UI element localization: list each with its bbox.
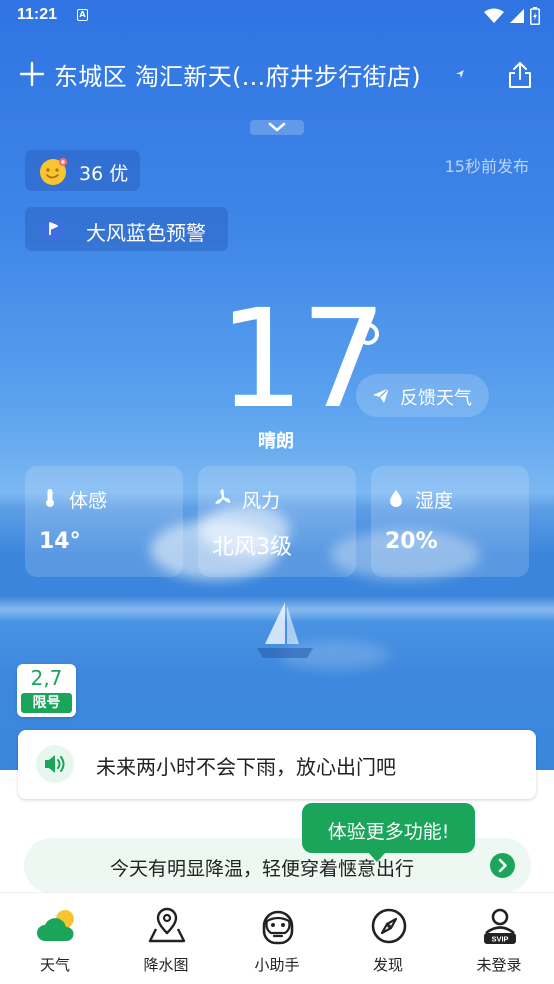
plate-limit-numbers: 2,7 — [30, 666, 63, 690]
plate-limit-label: 限号 — [21, 693, 72, 713]
tab-discover[interactable]: 发现 — [333, 893, 443, 984]
weather-warning-badge[interactable]: 大风蓝色预警 — [25, 207, 228, 251]
tip-text: 体验更多功能! — [327, 821, 450, 843]
water-drop-icon — [390, 490, 402, 507]
tab-label: 发现 — [372, 956, 403, 974]
speaker-glyph — [45, 755, 65, 773]
tab-precipitation-map[interactable]: 降水图 — [111, 893, 221, 984]
aqi-badge[interactable]: 36 优 — [25, 150, 140, 191]
location-arrow-icon — [456, 70, 464, 78]
location-title[interactable]: 东城区 淘汇新天(...府井步行街店) — [54, 57, 421, 92]
plus-icon[interactable] — [19, 61, 45, 87]
tab-assistant[interactable]: 小助手 — [222, 893, 332, 984]
feature-tip-bubble[interactable]: 体验更多功能! — [302, 803, 475, 862]
expand-handle[interactable] — [250, 120, 304, 135]
tab-label: 降水图 — [143, 956, 189, 974]
map-pin-icon — [148, 907, 186, 943]
fan-icon — [215, 489, 231, 504]
status-icons — [484, 7, 540, 25]
wind-card[interactable]: 风力 北风3级 — [198, 466, 356, 577]
weather-condition: 晴朗 — [258, 431, 294, 452]
card-value: 北风3级 — [212, 535, 292, 560]
degree-symbol — [357, 323, 379, 345]
battery-icon — [530, 7, 540, 25]
card-value: 20% — [385, 529, 438, 554]
tab-account[interactable]: SVIP 未登录 — [444, 893, 554, 984]
wind-flag-icon — [42, 218, 64, 240]
feedback-label: 反馈天气 — [400, 388, 472, 409]
user-svip-icon: SVIP — [484, 908, 516, 944]
bottom-tab-bar: 天气 降水图 小助手 发现 SVIP 未登录 — [0, 892, 554, 984]
rain-forecast-card[interactable]: 未来两小时不会下雨，放心出门吧 — [18, 730, 536, 799]
status-bar: 11:21 A — [0, 0, 554, 32]
tab-weather[interactable]: 天气 — [0, 893, 110, 984]
feedback-weather-button[interactable]: 反馈天气 — [356, 374, 489, 417]
tab-label: 天气 — [39, 956, 70, 974]
assistant-robot-icon — [262, 910, 294, 945]
paper-plane-icon — [373, 387, 390, 403]
rain-forecast-text: 未来两小时不会下雨，放心出门吧 — [96, 755, 396, 779]
publish-time: 15秒前发布 — [444, 157, 529, 176]
weather-screen: 11:21 A 东城区 淘汇新天(...府井步行街店) 36 优 15秒前发布 … — [0, 0, 554, 984]
card-value: 14° — [39, 529, 81, 554]
signal-icon — [510, 9, 524, 23]
sailboat-illustration — [257, 602, 313, 658]
share-icon[interactable] — [506, 60, 534, 90]
thermometer-icon — [46, 489, 54, 507]
card-label: 风力 — [242, 490, 281, 512]
status-time: 11:21 — [17, 6, 58, 23]
tab-label: 小助手 — [254, 956, 300, 974]
location-header: 东城区 淘汇新天(...府井步行街店) — [0, 55, 554, 95]
card-label: 湿度 — [415, 490, 454, 512]
card-label: 体感 — [69, 490, 108, 512]
tab-label: 未登录 — [476, 956, 522, 974]
weather-cloud-sun-icon — [37, 910, 74, 941]
compass-icon — [371, 908, 407, 944]
warning-label: 大风蓝色预警 — [86, 221, 206, 245]
speaker-icon[interactable] — [36, 745, 74, 783]
aqi-value: 36 优 — [79, 163, 129, 185]
svg-text:SVIP: SVIP — [491, 935, 508, 944]
notification-icon: A — [77, 9, 88, 21]
chevron-down-icon — [268, 122, 286, 132]
current-temperature: 17 — [218, 281, 387, 439]
plate-limit-badge[interactable]: 2,7 限号 — [17, 664, 76, 717]
wifi-icon — [484, 8, 504, 23]
feels-like-card[interactable]: 体感 14° — [25, 466, 183, 577]
chevron-right-icon — [490, 853, 515, 878]
humidity-card[interactable]: 湿度 20% — [371, 466, 529, 577]
smile-face-icon — [40, 158, 67, 185]
